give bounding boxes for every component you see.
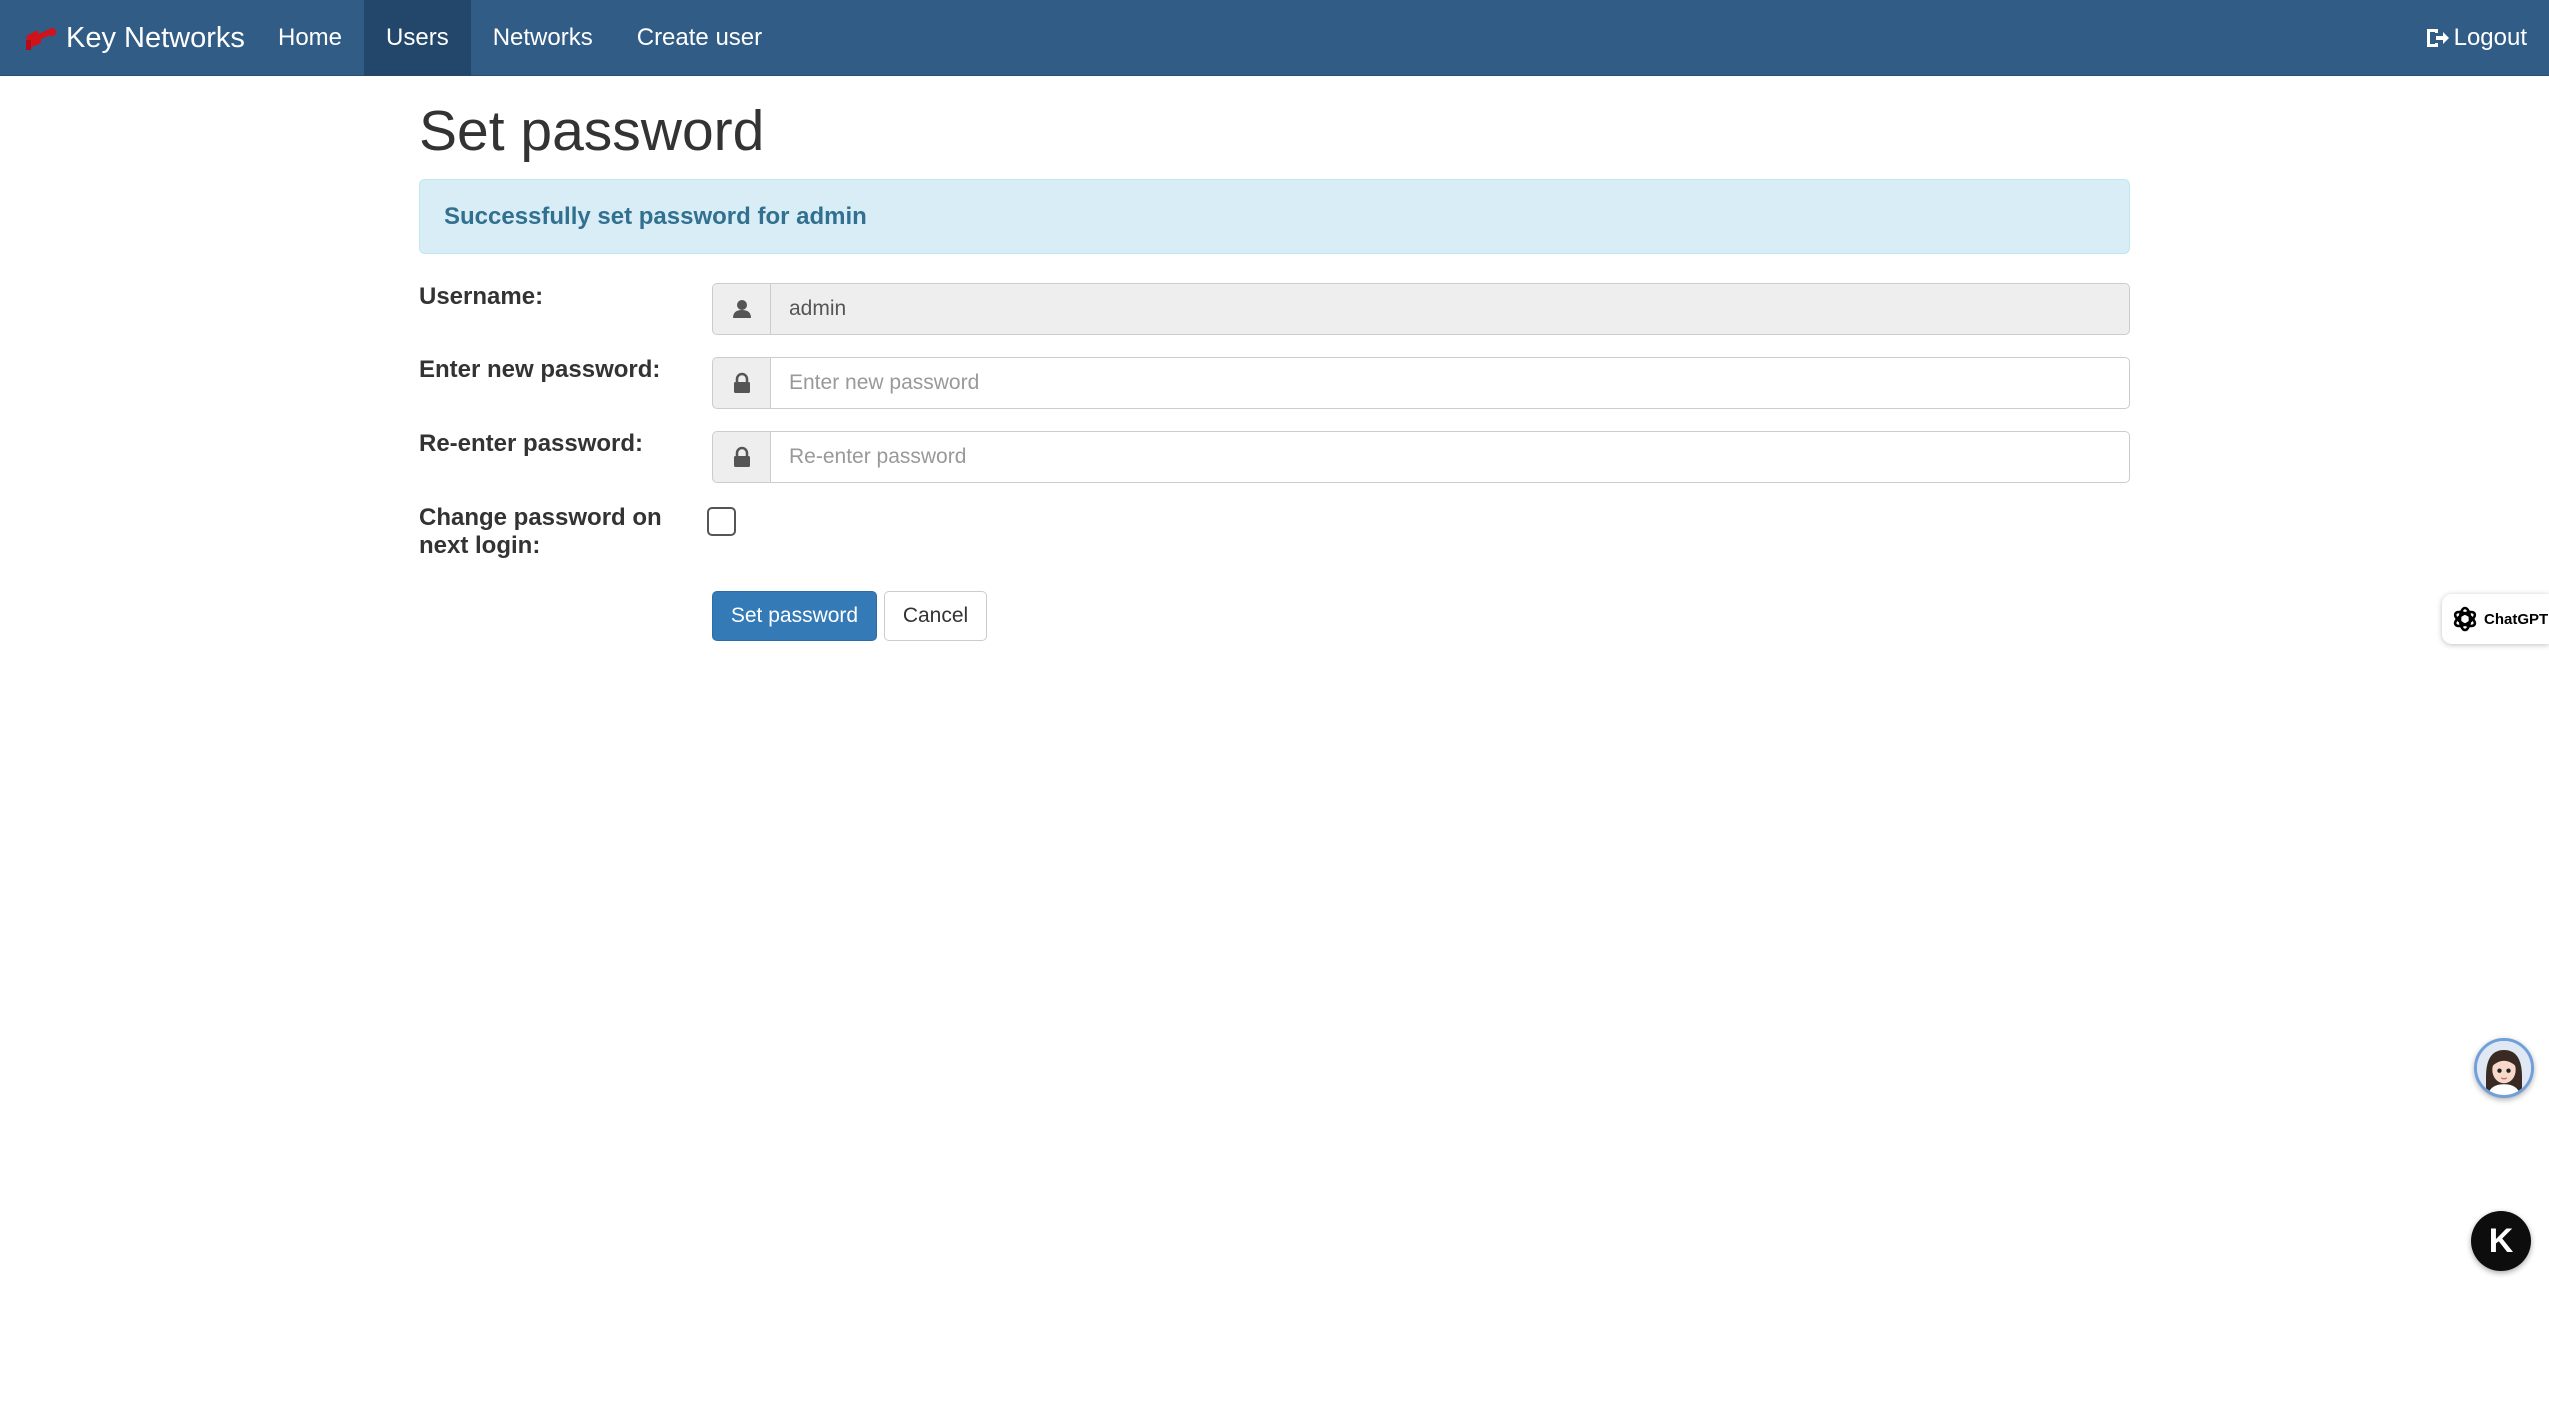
new-password-input[interactable]: [770, 357, 2130, 409]
username-label: Username:: [419, 283, 544, 310]
set-password-button[interactable]: Set password: [712, 591, 877, 641]
chatgpt-widget[interactable]: ChatGPT: [2442, 594, 2549, 644]
chatgpt-label: ChatGPT: [2484, 610, 2549, 628]
nav-item-home[interactable]: Home: [256, 0, 364, 76]
lock-icon: [712, 431, 770, 483]
chatgpt-icon: [2448, 602, 2482, 636]
logout-icon: [2424, 25, 2450, 51]
user-icon: [712, 283, 770, 335]
brand-name: Key Networks: [66, 21, 245, 54]
reenter-password-input[interactable]: [770, 431, 2130, 483]
new-password-group: [712, 357, 2130, 409]
k-assistant-widget[interactable]: K: [2471, 1211, 2531, 1271]
logout-label: Logout: [2453, 24, 2527, 51]
cancel-button[interactable]: Cancel: [884, 591, 987, 641]
page-title: Set password: [419, 99, 765, 163]
brand-link[interactable]: Key Networks: [22, 0, 245, 76]
new-password-label: Enter new password:: [419, 356, 661, 383]
main-nav: Home Users Networks Create user: [256, 0, 784, 76]
key-logo-icon: [22, 22, 58, 54]
nav-item-users[interactable]: Users: [364, 0, 471, 76]
success-alert: Successfully set password for admin: [419, 179, 2130, 254]
change-on-login-label: Change password on next login:: [419, 504, 662, 559]
username-input[interactable]: [770, 283, 2130, 335]
k-widget-label: K: [2488, 1221, 2514, 1260]
assistant-avatar[interactable]: [2474, 1038, 2534, 1098]
reenter-password-group: [712, 431, 2130, 483]
nav-item-create-user[interactable]: Create user: [615, 0, 784, 76]
username-group: [712, 283, 2130, 335]
alert-message: Successfully set password for admin: [444, 202, 867, 230]
reenter-password-label: Re-enter password:: [419, 430, 644, 457]
nav-item-networks[interactable]: Networks: [471, 0, 615, 76]
change-on-login-checkbox[interactable]: [707, 507, 736, 536]
lock-icon: [712, 357, 770, 409]
top-navbar: Key Networks Home Users Networks Create …: [0, 0, 2549, 76]
avatar-face-icon: [2477, 1041, 2531, 1095]
logout-link[interactable]: Logout: [2424, 0, 2527, 76]
